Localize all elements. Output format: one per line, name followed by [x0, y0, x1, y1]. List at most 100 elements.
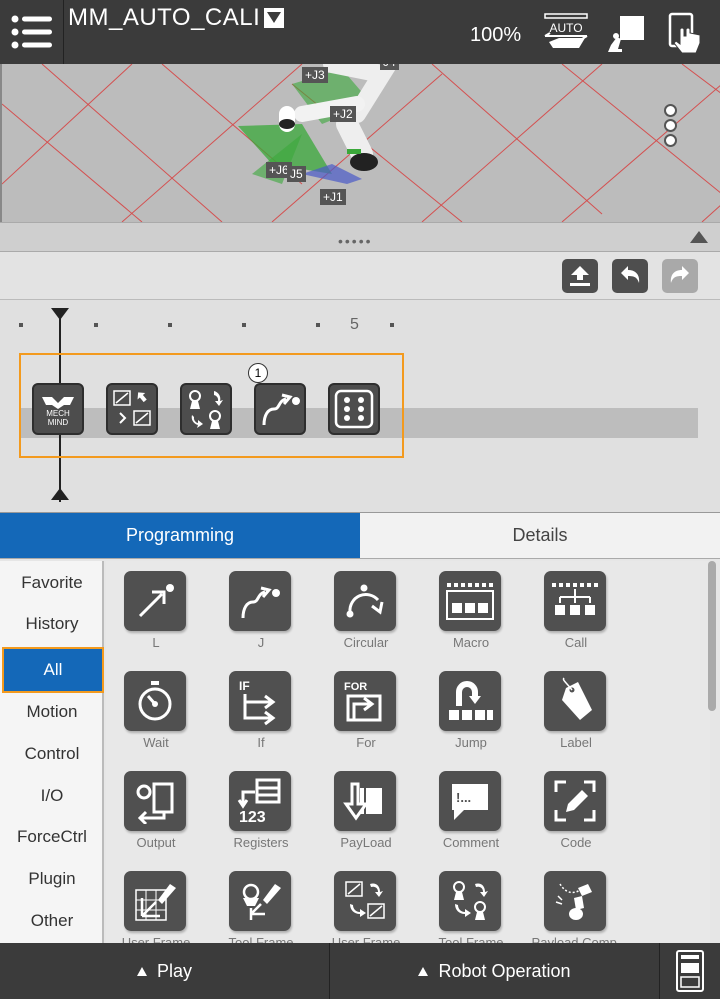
collapse-up-icon[interactable]	[690, 231, 708, 243]
ruler-number: 5	[350, 316, 359, 333]
hamburger-menu-icon	[11, 15, 52, 49]
command-categories: Favorite History All Motion Control I/O …	[0, 561, 104, 943]
joint-label: +J2	[330, 106, 356, 122]
category-motion[interactable]: Motion	[0, 691, 104, 733]
step-number-badge: 1	[248, 363, 268, 383]
command-user-frame-switch[interactable]: User Frame	[316, 861, 416, 943]
undo-button[interactable]	[612, 259, 648, 293]
node-mech-mind[interactable]: MECH MIND	[32, 383, 84, 435]
registers-icon: 123	[237, 778, 281, 826]
dot-icon	[664, 134, 677, 147]
mech-label: MECH	[46, 409, 70, 418]
node-user-frame-switch[interactable]	[106, 383, 158, 435]
registers-tag: 123	[239, 809, 266, 826]
command-tool-frame[interactable]: Tool Frame	[211, 861, 311, 943]
drag-handle-icon[interactable]: •••••	[338, 233, 373, 249]
command-payload[interactable]: PayLoad	[316, 761, 416, 861]
viewport-resize-bar[interactable]: •••••	[0, 222, 720, 252]
command-grid: L J Circular Macro Call Wait IF If FOR F…	[106, 561, 710, 943]
command-label[interactable]: Label	[526, 661, 626, 761]
viewport-more-options[interactable]	[664, 104, 678, 149]
command-jump[interactable]: Jump	[421, 661, 521, 761]
command-l[interactable]: L	[106, 561, 206, 661]
command-label-text: Label	[560, 735, 592, 750]
command-label: Output	[136, 835, 176, 850]
robot-operation-label: Robot Operation	[438, 960, 571, 981]
category-forcectrl[interactable]: ForceCtrl	[0, 816, 104, 858]
command-macro[interactable]: Macro	[421, 561, 521, 661]
command-payload-comp[interactable]: Payload Comp.	[526, 861, 626, 943]
robot-operation-button[interactable]: Robot Operation	[330, 943, 660, 999]
joint-label: J5	[287, 166, 306, 182]
plugin-dots-icon	[334, 389, 374, 429]
command-label: For	[356, 735, 376, 750]
playhead-bottom-icon[interactable]	[51, 488, 69, 500]
joint-move-icon	[241, 586, 280, 619]
command-for[interactable]: FOR For	[316, 661, 416, 761]
command-registers[interactable]: 123 Registers	[211, 761, 311, 861]
category-other[interactable]: Other	[0, 900, 104, 942]
upload-button[interactable]	[562, 259, 598, 293]
robot-3d-viewport[interactable]: +J3 +J2 +J6 J5 +J1 J4	[0, 64, 720, 222]
label-tag-icon	[562, 677, 592, 720]
auto-mode-text: AUTO	[549, 21, 582, 35]
caret-down-icon	[264, 8, 285, 28]
category-io[interactable]: I/O	[0, 775, 104, 817]
command-label: Macro	[452, 635, 490, 650]
tool-frame-switch-icon	[453, 881, 488, 920]
panel-tabs: Programming Details	[0, 512, 720, 559]
top-bar: MM_AUTO_CALI 100% AUTO	[0, 0, 720, 64]
ruler-tick	[390, 323, 394, 327]
command-call[interactable]: Call	[526, 561, 626, 661]
program-timeline[interactable]: 5 MECH MIND 1	[0, 300, 720, 512]
command-if[interactable]: IF If	[211, 661, 311, 761]
tab-details[interactable]: Details	[360, 513, 720, 558]
tab-programming[interactable]: Programming	[0, 513, 360, 558]
command-label: Registers	[233, 835, 289, 850]
speed-indicator[interactable]: 100%	[470, 24, 521, 47]
ruler-tick	[242, 323, 246, 327]
category-favorite[interactable]: Favorite	[0, 562, 104, 604]
command-label: If	[257, 735, 265, 750]
command-j[interactable]: J	[211, 561, 311, 661]
command-user-frame[interactable]: User Frame	[106, 861, 206, 943]
command-label: PayLoad	[340, 835, 392, 850]
mech-mind-logo-icon: MECH MIND	[42, 397, 74, 427]
teach-pendant-icon	[676, 950, 704, 992]
for-tag: FOR	[344, 681, 367, 693]
if-tag: IF	[239, 679, 250, 693]
node-plugin[interactable]	[328, 383, 380, 435]
tool-frame-switch-icon	[189, 390, 223, 429]
auto-mode-button[interactable]: AUTO	[543, 12, 588, 52]
redo-button[interactable]	[662, 259, 698, 293]
command-grid-scrollbar[interactable]	[708, 561, 716, 711]
program-selector[interactable]: MM_AUTO_CALI	[68, 4, 285, 32]
node-j-motion[interactable]	[254, 383, 306, 435]
menu-button[interactable]	[0, 0, 64, 64]
mind-label: MIND	[48, 418, 69, 427]
ruler-tick	[19, 323, 23, 327]
play-button[interactable]: Play	[0, 943, 330, 999]
command-label: Call	[564, 635, 588, 650]
command-wait[interactable]: Wait	[106, 661, 206, 761]
command-comment[interactable]: !... Comment	[421, 761, 521, 861]
program-name: MM_AUTO_CALI	[68, 4, 261, 31]
command-code[interactable]: Code	[526, 761, 626, 861]
command-label: Code	[560, 835, 592, 850]
touch-mode-button[interactable]	[666, 12, 710, 54]
payload-comp-icon	[555, 883, 592, 920]
pendant-status-button[interactable]	[660, 943, 720, 999]
category-all[interactable]: All	[2, 647, 104, 693]
node-tool-frame-switch[interactable]	[180, 383, 232, 435]
command-label: Circular	[343, 635, 389, 650]
command-circular[interactable]: Circular	[316, 561, 416, 661]
command-tool-frame-switch[interactable]: Tool Frame	[421, 861, 521, 943]
category-history[interactable]: History	[0, 603, 104, 645]
category-control[interactable]: Control	[0, 733, 104, 775]
command-output[interactable]: Output	[106, 761, 206, 861]
category-plugin[interactable]: Plugin	[0, 858, 104, 900]
command-label: User Frame	[331, 935, 401, 943]
teach-pendant-button[interactable]	[604, 12, 648, 52]
playhead-top-icon[interactable]	[51, 308, 69, 320]
output-icon	[136, 782, 174, 824]
